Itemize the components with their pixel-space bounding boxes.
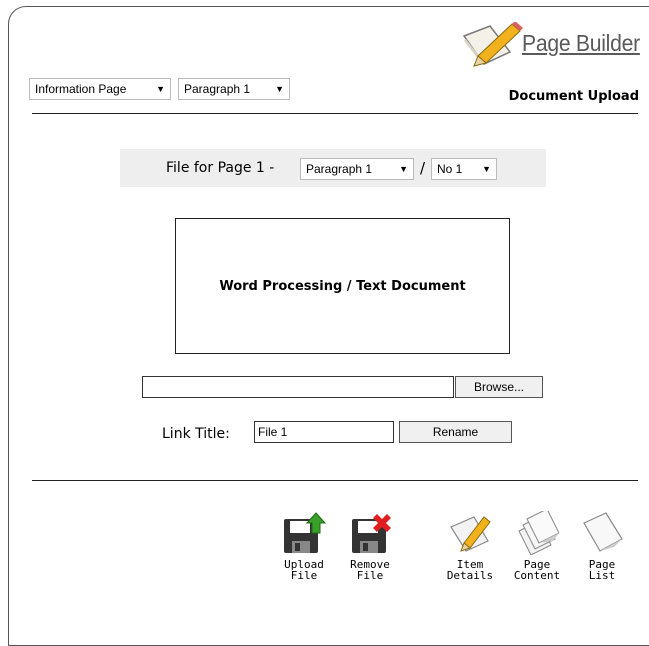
page-type-select[interactable]: Information Page ▼ bbox=[29, 78, 171, 100]
item-details-icon bbox=[450, 516, 491, 552]
page-list-label: Page List bbox=[588, 558, 616, 582]
top-divider bbox=[32, 113, 638, 114]
rename-button[interactable]: Rename bbox=[399, 421, 512, 443]
page-type-select-value: Information Page bbox=[35, 82, 127, 96]
chevron-down-icon: ▼ bbox=[482, 164, 491, 174]
remove-file-button[interactable]: Remove File bbox=[340, 511, 400, 581]
page-content-icon bbox=[518, 511, 559, 555]
upload-file-icon bbox=[284, 512, 326, 553]
page-content-button[interactable]: Page Content bbox=[504, 511, 570, 581]
file-bar: File for Page 1 - Paragraph 1 ▼ / No 1 ▼ bbox=[120, 149, 546, 187]
file-path-input[interactable] bbox=[142, 376, 454, 398]
file-bar-separator: / bbox=[420, 159, 426, 177]
upload-file-label: Upload File bbox=[284, 558, 324, 582]
page-list-button[interactable]: Page List bbox=[576, 511, 628, 581]
page-content-label: Page Content bbox=[513, 558, 561, 582]
browse-button[interactable]: Browse... bbox=[455, 376, 543, 398]
remove-file-label: Remove File bbox=[350, 558, 390, 582]
chevron-down-icon: ▼ bbox=[275, 84, 284, 94]
remove-file-icon bbox=[352, 514, 391, 553]
bottom-divider bbox=[32, 480, 638, 481]
link-title-label: Link Title: bbox=[162, 426, 230, 442]
item-details-button[interactable]: Item Details bbox=[442, 511, 498, 581]
item-details-label: Item Details bbox=[446, 558, 494, 582]
link-title-input[interactable]: File 1 bbox=[254, 421, 394, 443]
paragraph-select[interactable]: Paragraph 1 ▼ bbox=[178, 78, 290, 100]
page-builder-logo-text[interactable]: Page Builder bbox=[522, 30, 640, 57]
document-preview: Word Processing / Text Document bbox=[175, 218, 510, 354]
chevron-down-icon: ▼ bbox=[156, 84, 165, 94]
paragraph-select-value: Paragraph 1 bbox=[184, 82, 251, 96]
chevron-down-icon: ▼ bbox=[399, 164, 408, 174]
document-type-label: Word Processing / Text Document bbox=[219, 278, 466, 294]
file-number-select[interactable]: No 1 ▼ bbox=[431, 158, 497, 180]
file-bar-label: File for Page 1 - bbox=[166, 160, 275, 176]
file-paragraph-select[interactable]: Paragraph 1 ▼ bbox=[300, 158, 414, 180]
upload-file-button[interactable]: Upload File bbox=[278, 511, 330, 581]
page-list-icon bbox=[583, 512, 623, 552]
page-subtitle: Document Upload bbox=[508, 89, 639, 104]
file-number-select-value: No 1 bbox=[437, 162, 463, 176]
file-paragraph-select-value: Paragraph 1 bbox=[306, 162, 373, 176]
